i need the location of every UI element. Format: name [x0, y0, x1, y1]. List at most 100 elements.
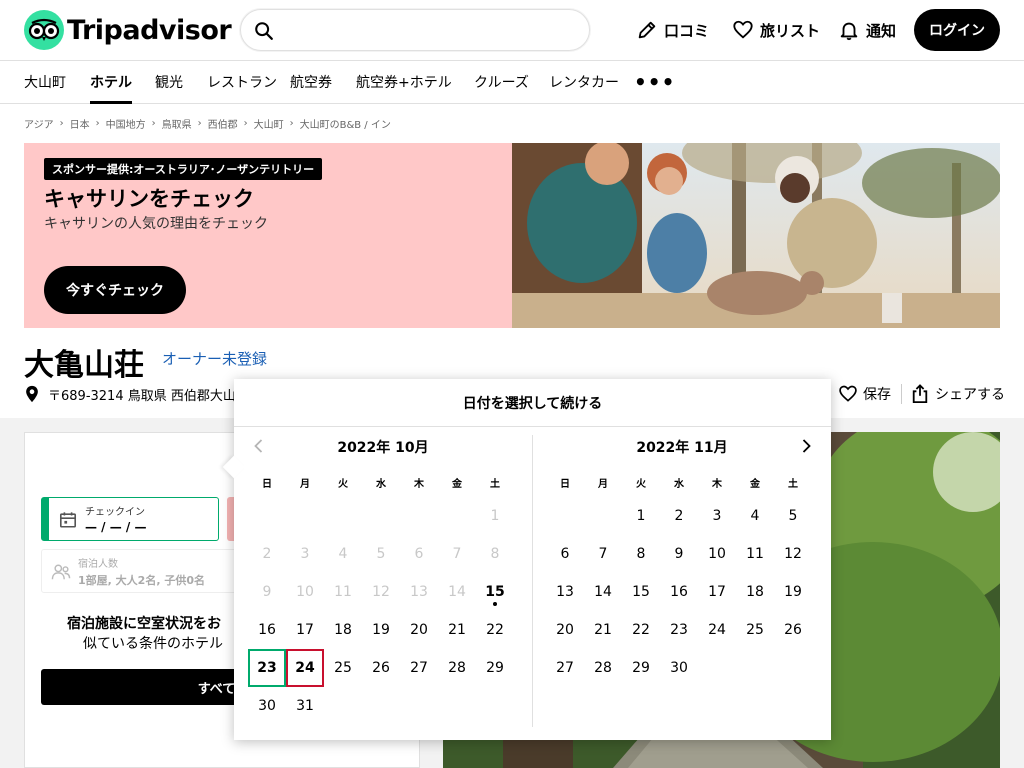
calendar-day[interactable]: 28 — [438, 649, 476, 687]
trips-link[interactable]: 旅リスト — [732, 16, 820, 44]
calendar-day[interactable]: 25 — [324, 649, 362, 687]
weekday-header: 土 — [788, 479, 798, 490]
pencil-icon — [638, 21, 656, 39]
breadcrumb-item[interactable]: 鳥取県 — [162, 116, 192, 131]
calendar-day[interactable]: 22 — [476, 611, 514, 649]
nav-item-attractions[interactable]: 観光 — [155, 61, 183, 103]
calendar-day[interactable]: 10 — [698, 535, 736, 573]
nav-item-rental-cars[interactable]: レンタカー — [549, 61, 619, 103]
nav-item-hotels[interactable]: ホテル — [90, 61, 132, 104]
calendar-day[interactable]: 7 — [584, 535, 622, 573]
save-button[interactable]: 保存 — [838, 384, 891, 404]
weekday-header: 日 — [262, 479, 272, 490]
share-button[interactable]: シェアする — [910, 384, 1005, 404]
calendar-day[interactable]: 5 — [774, 497, 812, 535]
calendar-day[interactable]: 18 — [324, 611, 362, 649]
guests-label: 宿泊人数 — [78, 559, 118, 570]
search-input[interactable] — [285, 16, 575, 44]
breadcrumb-item[interactable]: 大山町 — [254, 116, 284, 131]
share-label: シェアする — [935, 387, 1005, 403]
calendar-day[interactable]: 19 — [362, 611, 400, 649]
breadcrumb-item[interactable]: 大山町のB&B / イン — [300, 116, 391, 131]
calendar-day[interactable]: 31 — [286, 687, 324, 725]
tripadvisor-logo[interactable]: Tripadvisor — [24, 10, 232, 50]
calendar-day[interactable]: 26 — [362, 649, 400, 687]
calendar-day[interactable]: 23 — [660, 611, 698, 649]
calendar-day: 13 — [410, 584, 428, 600]
calendar-day[interactable]: 16 — [248, 611, 286, 649]
calendar-day[interactable]: 24 — [286, 649, 324, 687]
date-picker-heading: 日付を選択して続ける — [234, 379, 831, 427]
calendar-day[interactable]: 27 — [400, 649, 438, 687]
calendar-day[interactable]: 30 — [248, 687, 286, 725]
breadcrumb-item[interactable]: 日本 — [70, 116, 90, 131]
alerts-link[interactable]: 通知 — [838, 16, 896, 44]
calendar-day[interactable]: 21 — [584, 611, 622, 649]
banner-title: キャサリンをチェック — [44, 187, 254, 211]
nav-item-cruises[interactable]: クルーズ — [474, 61, 529, 103]
calendar-day[interactable]: 2 — [660, 497, 698, 535]
calendar-day[interactable]: 24 — [698, 611, 736, 649]
breadcrumb-item[interactable]: 中国地方 — [106, 116, 146, 131]
calendar-day[interactable]: 19 — [774, 573, 812, 611]
calendar-day[interactable]: 17 — [286, 611, 324, 649]
calendar-day[interactable]: 17 — [698, 573, 736, 611]
weekday-header: 月 — [300, 479, 310, 490]
calendar-day: 8 — [490, 546, 500, 562]
nav-item-restaurants[interactable]: レストラン — [207, 61, 277, 103]
weekday-header: 水 — [376, 479, 386, 490]
calendar-day[interactable]: 15 — [622, 573, 660, 611]
property-address[interactable]: 〒689-3214 鳥取県 西伯郡大山 — [24, 384, 236, 404]
calendar-day: 2 — [262, 546, 272, 562]
more-icon[interactable]: ••• — [634, 61, 675, 103]
calendar-day[interactable]: 16 — [660, 573, 698, 611]
calendar-day[interactable]: 29 — [476, 649, 514, 687]
calendar-day[interactable]: 20 — [546, 611, 584, 649]
calendar-day[interactable]: 8 — [622, 535, 660, 573]
calendar-day[interactable]: 29 — [622, 649, 660, 687]
nav-item-town[interactable]: 大山町 — [24, 61, 66, 103]
calendar-day[interactable]: 9 — [660, 535, 698, 573]
login-button[interactable]: ログイン — [914, 9, 1000, 51]
calendar-day[interactable]: 30 — [660, 649, 698, 687]
calendar-day[interactable]: 13 — [546, 573, 584, 611]
calendar-day[interactable]: 28 — [584, 649, 622, 687]
write-review-link[interactable]: 口コミ — [636, 16, 709, 44]
guests-field[interactable]: 宿泊人数 1部屋, 大人2名, 子供0名 — [41, 549, 241, 593]
calendar-day[interactable]: 1 — [622, 497, 660, 535]
location-pin-icon — [26, 385, 38, 403]
calendar-day[interactable]: 27 — [546, 649, 584, 687]
checkin-label: チェックイン — [85, 507, 145, 518]
calendar-day[interactable]: 21 — [438, 611, 476, 649]
calendar-day[interactable]: 3 — [698, 497, 736, 535]
calendar-day[interactable]: 22 — [622, 611, 660, 649]
calendar-day[interactable]: 4 — [736, 497, 774, 535]
calendar-day[interactable]: 12 — [774, 535, 812, 573]
bell-icon — [840, 22, 858, 41]
month-title: 2022年 10月 — [337, 440, 429, 456]
nav-item-flight-hotel[interactable]: 航空券+ホテル — [356, 61, 452, 103]
calendar-day[interactable]: 23 — [248, 649, 286, 687]
calendar-day[interactable]: 26 — [774, 611, 812, 649]
guests-value: 1部屋, 大人2名, 子供0名 — [78, 574, 205, 587]
breadcrumb-item[interactable]: 西伯郡 — [208, 116, 238, 131]
header: Tripadvisor 口コミ 旅リスト 通知 ログイン — [0, 0, 1024, 60]
alerts-label: 通知 — [866, 21, 897, 40]
breadcrumb-item[interactable]: アジア — [24, 116, 54, 131]
calendar-day[interactable]: 11 — [736, 535, 774, 573]
calendar-day[interactable]: 20 — [400, 611, 438, 649]
check-now-button[interactable]: 今すぐチェック — [44, 266, 186, 314]
calendar-day: 14 — [448, 584, 466, 600]
calendar-day[interactable]: 18 — [736, 573, 774, 611]
calendar-day[interactable]: 6 — [546, 535, 584, 573]
sponsored-banner[interactable]: スポンサー提供:オーストラリア･ノーザンテリトリー キャサリンをチェック キャサ… — [24, 143, 1000, 328]
search-box[interactable] — [240, 9, 590, 51]
owner-unregistered-link[interactable]: オーナー未登録 — [162, 348, 267, 369]
calendar-day[interactable]: 25 — [736, 611, 774, 649]
trips-label: 旅リスト — [760, 21, 821, 40]
calendar-day[interactable]: 15 — [476, 573, 514, 611]
address-text: 〒689-3214 鳥取県 西伯郡大山 — [48, 388, 236, 404]
calendar-day[interactable]: 14 — [584, 573, 622, 611]
checkin-field[interactable]: チェックイン — / — / — — [41, 497, 219, 541]
nav-item-flights[interactable]: 航空券 — [290, 61, 332, 103]
